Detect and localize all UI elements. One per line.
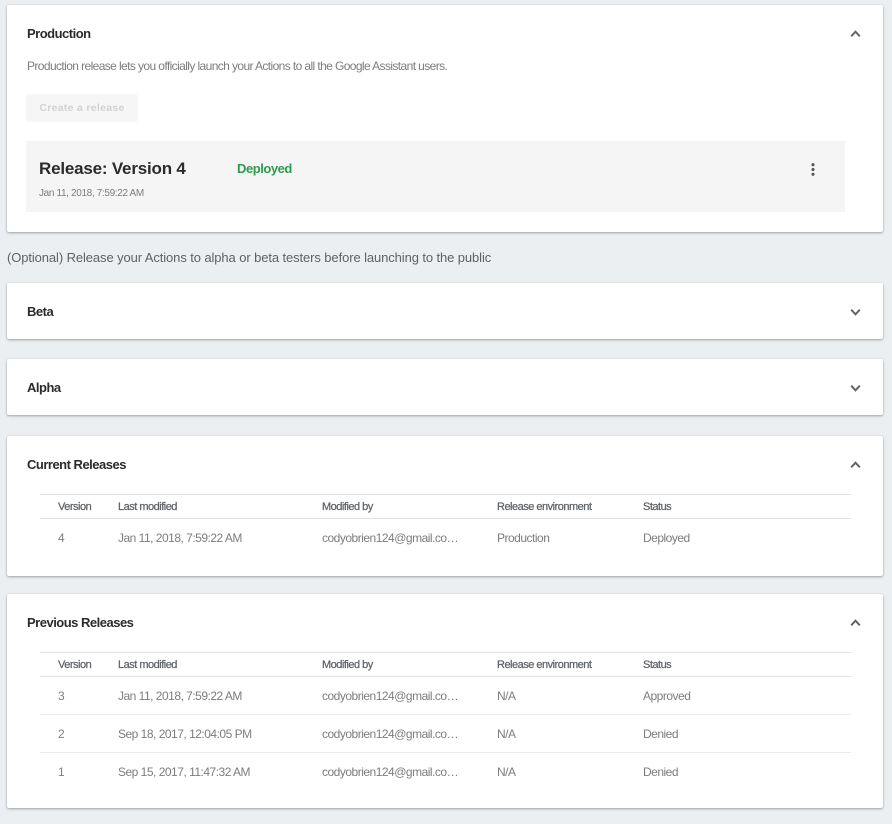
column-header: Status [625,495,851,519]
table-cell: 4 [40,519,100,557]
production-card: Production Production release lets you o… [7,5,883,232]
production-collapse-button[interactable] [847,26,863,42]
table-cell: codyobrien124@gmail.co… [304,753,479,791]
table-cell: N/A [479,677,625,715]
alpha-expand-button[interactable] [847,380,863,396]
release-date: Jan 11, 2018, 7:59:22 AM [39,187,144,201]
chevron-down-icon [850,384,861,392]
alpha-card-title: Alpha [7,359,883,398]
table-cell: Denied [625,715,851,753]
kebab-menu-icon [811,163,815,176]
chevron-down-icon [850,308,861,316]
table-cell: Approved [625,677,851,715]
release-menu-button[interactable] [800,156,826,182]
table-row: 4Jan 11, 2018, 7:59:22 AMcodyobrien124@g… [40,519,851,557]
release-row: Release: Version 4 Deployed Jan 11, 2018… [26,141,845,212]
table-cell: Sep 18, 2017, 12:04:05 PM [100,715,304,753]
table-cell: 3 [40,677,100,715]
column-header: Last modified [100,653,304,677]
chevron-up-icon [850,30,861,38]
previous-releases-table: VersionLast modifiedModified byRelease e… [40,652,851,791]
previous-releases-card: Previous Releases VersionLast modifiedMo… [7,594,883,808]
previous-releases-collapse-button[interactable] [847,615,863,631]
table-cell: N/A [479,715,625,753]
chevron-up-icon [850,619,861,627]
table-header-row: VersionLast modifiedModified byRelease e… [40,495,851,519]
current-releases-title: Current Releases [7,436,883,475]
table-cell: codyobrien124@gmail.co… [304,519,479,557]
column-header: Release environment [479,495,625,519]
column-header: Version [40,653,100,677]
beta-card[interactable]: Beta [7,283,883,339]
table-cell: Production [479,519,625,557]
previous-releases-title: Previous Releases [7,594,883,633]
release-title: Release: Version 4 [39,157,186,180]
table-row: 1Sep 15, 2017, 11:47:32 AMcodyobrien124@… [40,753,851,791]
production-card-title: Production [7,5,883,44]
column-header: Release environment [479,653,625,677]
table-cell: Denied [625,753,851,791]
table-row: 3Jan 11, 2018, 7:59:22 AMcodyobrien124@g… [40,677,851,715]
table-cell: codyobrien124@gmail.co… [304,677,479,715]
column-header: Modified by [304,653,479,677]
beta-expand-button[interactable] [847,304,863,320]
column-header: Version [40,495,100,519]
chevron-up-icon [850,461,861,469]
releases-page: Production Production release lets you o… [0,5,892,824]
column-header: Modified by [304,495,479,519]
table-cell: N/A [479,753,625,791]
release-status-badge: Deployed [237,159,292,179]
table-cell: Jan 11, 2018, 7:59:22 AM [100,519,304,557]
table-row: 2Sep 18, 2017, 12:04:05 PMcodyobrien124@… [40,715,851,753]
column-header: Last modified [100,495,304,519]
table-cell: codyobrien124@gmail.co… [304,715,479,753]
table-cell: Sep 15, 2017, 11:47:32 AM [100,753,304,791]
table-cell: Jan 11, 2018, 7:59:22 AM [100,677,304,715]
optional-note: (Optional) Release your Actions to alpha… [7,250,892,266]
current-releases-table: VersionLast modifiedModified byRelease e… [40,494,851,557]
table-cell: Deployed [625,519,851,557]
current-releases-collapse-button[interactable] [847,457,863,473]
create-release-button[interactable]: Create a release [26,94,138,122]
current-releases-card: Current Releases VersionLast modifiedMod… [7,436,883,576]
table-header-row: VersionLast modifiedModified byRelease e… [40,653,851,677]
alpha-card[interactable]: Alpha [7,359,883,415]
table-cell: 2 [40,715,100,753]
production-description: Production release lets you officially l… [27,58,863,74]
column-header: Status [625,653,851,677]
table-cell: 1 [40,753,100,791]
beta-card-title: Beta [7,283,883,322]
